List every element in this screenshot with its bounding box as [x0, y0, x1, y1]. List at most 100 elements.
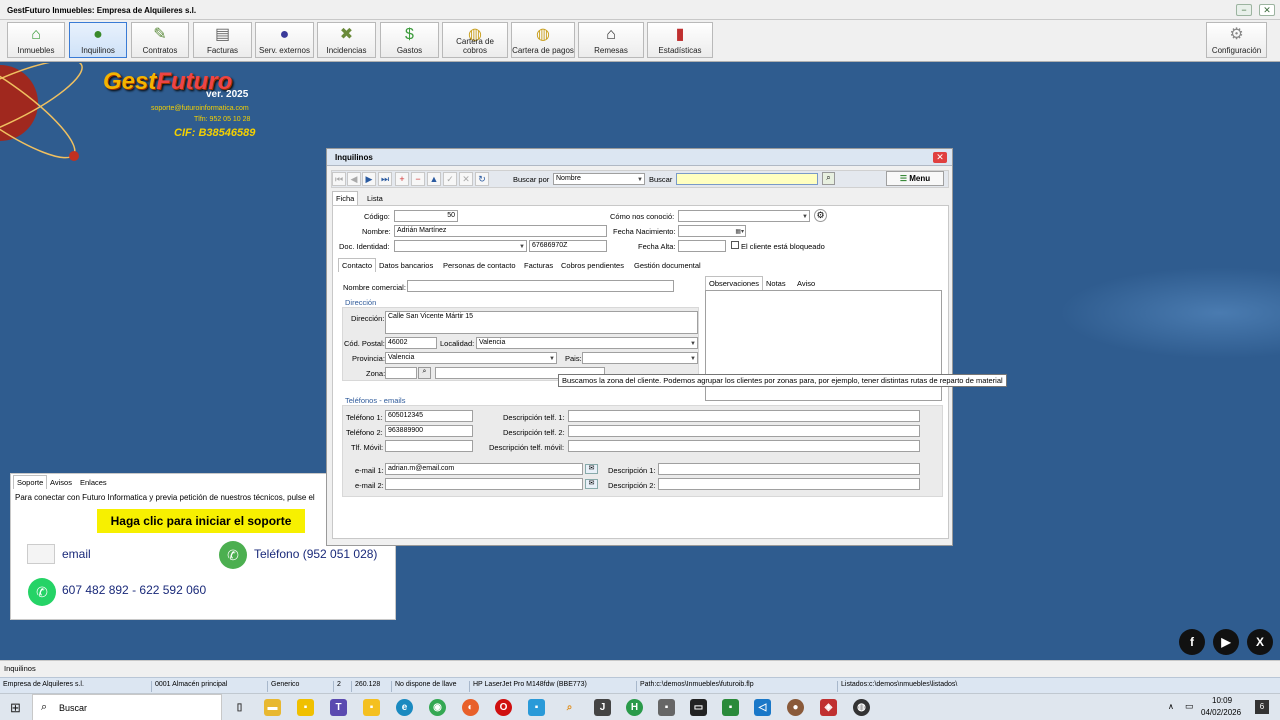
support-tab-enlaces[interactable]: Enlaces	[77, 476, 110, 489]
fecha-alta-field[interactable]	[678, 240, 726, 252]
app-icon[interactable]: ▪	[722, 699, 739, 716]
facebook-icon[interactable]: f	[1179, 629, 1205, 655]
toolbar-incidencias-button[interactable]: ✖ Incidencias	[317, 22, 376, 58]
zona-code-field[interactable]	[385, 367, 417, 379]
support-tab-soporte[interactable]: Soporte	[13, 475, 48, 489]
cod-postal-field[interactable]: 46002	[385, 337, 437, 349]
obs-tab-notas[interactable]: Notas	[763, 277, 789, 290]
obs-tab-observaciones[interactable]: Observaciones	[705, 276, 764, 290]
menu-button[interactable]: ☰ Menu	[886, 171, 944, 186]
zona-search-icon[interactable]: ⌕	[418, 367, 431, 379]
tab-ficha[interactable]: Ficha	[332, 191, 359, 205]
desc-telf2-field[interactable]	[568, 425, 920, 437]
sticky-notes-icon[interactable]: ▪	[297, 699, 314, 716]
tray-chevron-icon[interactable]: ∧	[1168, 702, 1174, 711]
youtube-icon[interactable]: ▶	[1213, 629, 1239, 655]
first-record-icon[interactable]: ⏮	[332, 172, 346, 186]
toolbar-cartera-cobros-button[interactable]: ◍ Cartera de cobros	[442, 22, 508, 58]
toolbar-configuracion-button[interactable]: ⚙ Configuración	[1206, 22, 1267, 58]
send-email2-icon[interactable]: ✉	[585, 479, 598, 489]
toolbar-remesas-button[interactable]: ⌂ Remesas	[578, 22, 644, 58]
app-icon[interactable]: ◍	[853, 699, 870, 716]
support-tab-avisos[interactable]: Avisos	[47, 476, 75, 489]
close-app-button[interactable]: ✕	[1259, 4, 1275, 16]
last-record-icon[interactable]: ⏭	[378, 172, 392, 186]
edge-icon[interactable]: e	[396, 699, 413, 716]
codigo-field[interactable]: 50	[394, 210, 458, 222]
toolbar-inmuebles-button[interactable]: ⌂ Inmuebles	[7, 22, 65, 58]
subtab-datos-bancarios[interactable]: Datos bancarios	[376, 259, 436, 272]
telefono1-field[interactable]: 605012345	[385, 410, 473, 422]
x-twitter-icon[interactable]: X	[1247, 629, 1273, 655]
subtab-cobros-pendientes[interactable]: Cobros pendientes	[558, 259, 627, 272]
nombre-field[interactable]: Adrián Martínez	[394, 225, 607, 237]
subtab-gestion-documental[interactable]: Gestión documental	[631, 259, 704, 272]
search-app-icon[interactable]: ⌕	[561, 699, 578, 716]
telefono2-field[interactable]: 963889900	[385, 425, 473, 437]
doc-number-field[interactable]: 67686970Z	[529, 240, 607, 252]
vscode-icon[interactable]: ◁	[754, 699, 771, 716]
app-icon[interactable]: ▪	[528, 699, 545, 716]
bloqueado-checkbox[interactable]	[731, 241, 739, 249]
email1-field[interactable]: adrian.m@email.com	[385, 463, 583, 475]
chrome-icon[interactable]: ◉	[429, 699, 446, 716]
gestfuturo-app-icon[interactable]: ◈	[820, 699, 837, 716]
taskbar-search-box[interactable]: ⌕ Buscar	[32, 694, 222, 720]
nombre-comercial-field[interactable]	[407, 280, 674, 292]
como-nos-conocio-select[interactable]: ▼	[678, 210, 810, 222]
file-explorer-icon[interactable]: ▬	[264, 699, 281, 716]
add-record-icon[interactable]: +	[395, 172, 409, 186]
provincia-select[interactable]: Valencia ▼	[385, 352, 557, 364]
opera-icon[interactable]: O	[495, 699, 512, 716]
windows-start-icon[interactable]: ⊞	[10, 700, 21, 716]
settings-icon[interactable]: ⚙	[814, 209, 827, 222]
pais-select[interactable]: ▼	[582, 352, 698, 364]
app-icon[interactable]: ▪	[658, 699, 675, 716]
whatsapp-numbers[interactable]: 607 482 892 - 622 592 060	[62, 583, 206, 597]
email2-field[interactable]	[385, 478, 583, 490]
terminal-icon[interactable]: ▭	[690, 699, 707, 716]
notifications-badge[interactable]: 6	[1255, 700, 1269, 714]
teams-icon[interactable]: T	[330, 699, 347, 716]
toolbar-contratos-button[interactable]: ✎ Contratos	[131, 22, 189, 58]
desc-email1-field[interactable]	[658, 463, 920, 475]
toolbar-cartera-pagos-button[interactable]: ◍ Cartera de pagos	[511, 22, 575, 58]
support-phone-link[interactable]: Teléfono (952 051 028)	[254, 547, 377, 561]
delete-record-icon[interactable]: −	[411, 172, 425, 186]
toolbar-gastos-button[interactable]: $ Gastos	[380, 22, 439, 58]
save-record-icon[interactable]: ✓	[443, 172, 457, 186]
firefox-icon[interactable]: ◐	[462, 699, 479, 716]
tab-lista[interactable]: Lista	[364, 192, 386, 205]
support-email-link[interactable]: email	[62, 547, 91, 561]
minimize-button[interactable]: −	[1236, 4, 1252, 16]
toolbar-inquilinos-button[interactable]: ● Inquilinos	[69, 22, 127, 58]
fecha-nacimiento-field[interactable]: ▦▾	[678, 225, 746, 237]
app-h-icon[interactable]: H	[626, 699, 643, 716]
next-record-icon[interactable]: ▶	[362, 172, 376, 186]
toolbar-estadisticas-button[interactable]: ▮ Estadísticas	[647, 22, 713, 58]
buscar-por-select[interactable]: Nombre ▼	[553, 173, 645, 185]
files-icon[interactable]: ▪	[363, 699, 380, 716]
cancel-record-icon[interactable]: ✕	[459, 172, 473, 186]
toolbar-facturas-button[interactable]: ▤ Facturas	[193, 22, 252, 58]
desc-email2-field[interactable]	[658, 478, 920, 490]
toolbar-serv-externos-button[interactable]: ● Serv. externos	[255, 22, 314, 58]
app-icon[interactable]: ●	[787, 699, 804, 716]
start-support-button[interactable]: Haga clic para iniciar el soporte	[97, 509, 305, 533]
desc-movil-field[interactable]	[568, 440, 920, 452]
direccion-field[interactable]: Calle San Vicente Mártir 15	[385, 311, 698, 334]
localidad-select[interactable]: Valencia ▼	[476, 337, 698, 349]
obs-tab-aviso[interactable]: Aviso	[794, 277, 818, 290]
subtab-personas-contacto[interactable]: Personas de contacto	[440, 259, 519, 272]
task-view-icon[interactable]: ▯	[231, 699, 248, 716]
buscar-input[interactable]	[676, 173, 818, 185]
doc-type-select[interactable]: ▼	[394, 240, 527, 252]
movil-field[interactable]	[385, 440, 473, 452]
close-window-button[interactable]: ✕	[933, 152, 947, 163]
search-icon[interactable]: ⌕	[822, 172, 835, 185]
send-email1-icon[interactable]: ✉	[585, 464, 598, 474]
prev-record-icon[interactable]: ◀	[347, 172, 361, 186]
subtab-facturas[interactable]: Facturas	[521, 259, 556, 272]
network-icon[interactable]: ▭	[1185, 701, 1194, 712]
subtab-contacto[interactable]: Contacto	[338, 258, 377, 272]
